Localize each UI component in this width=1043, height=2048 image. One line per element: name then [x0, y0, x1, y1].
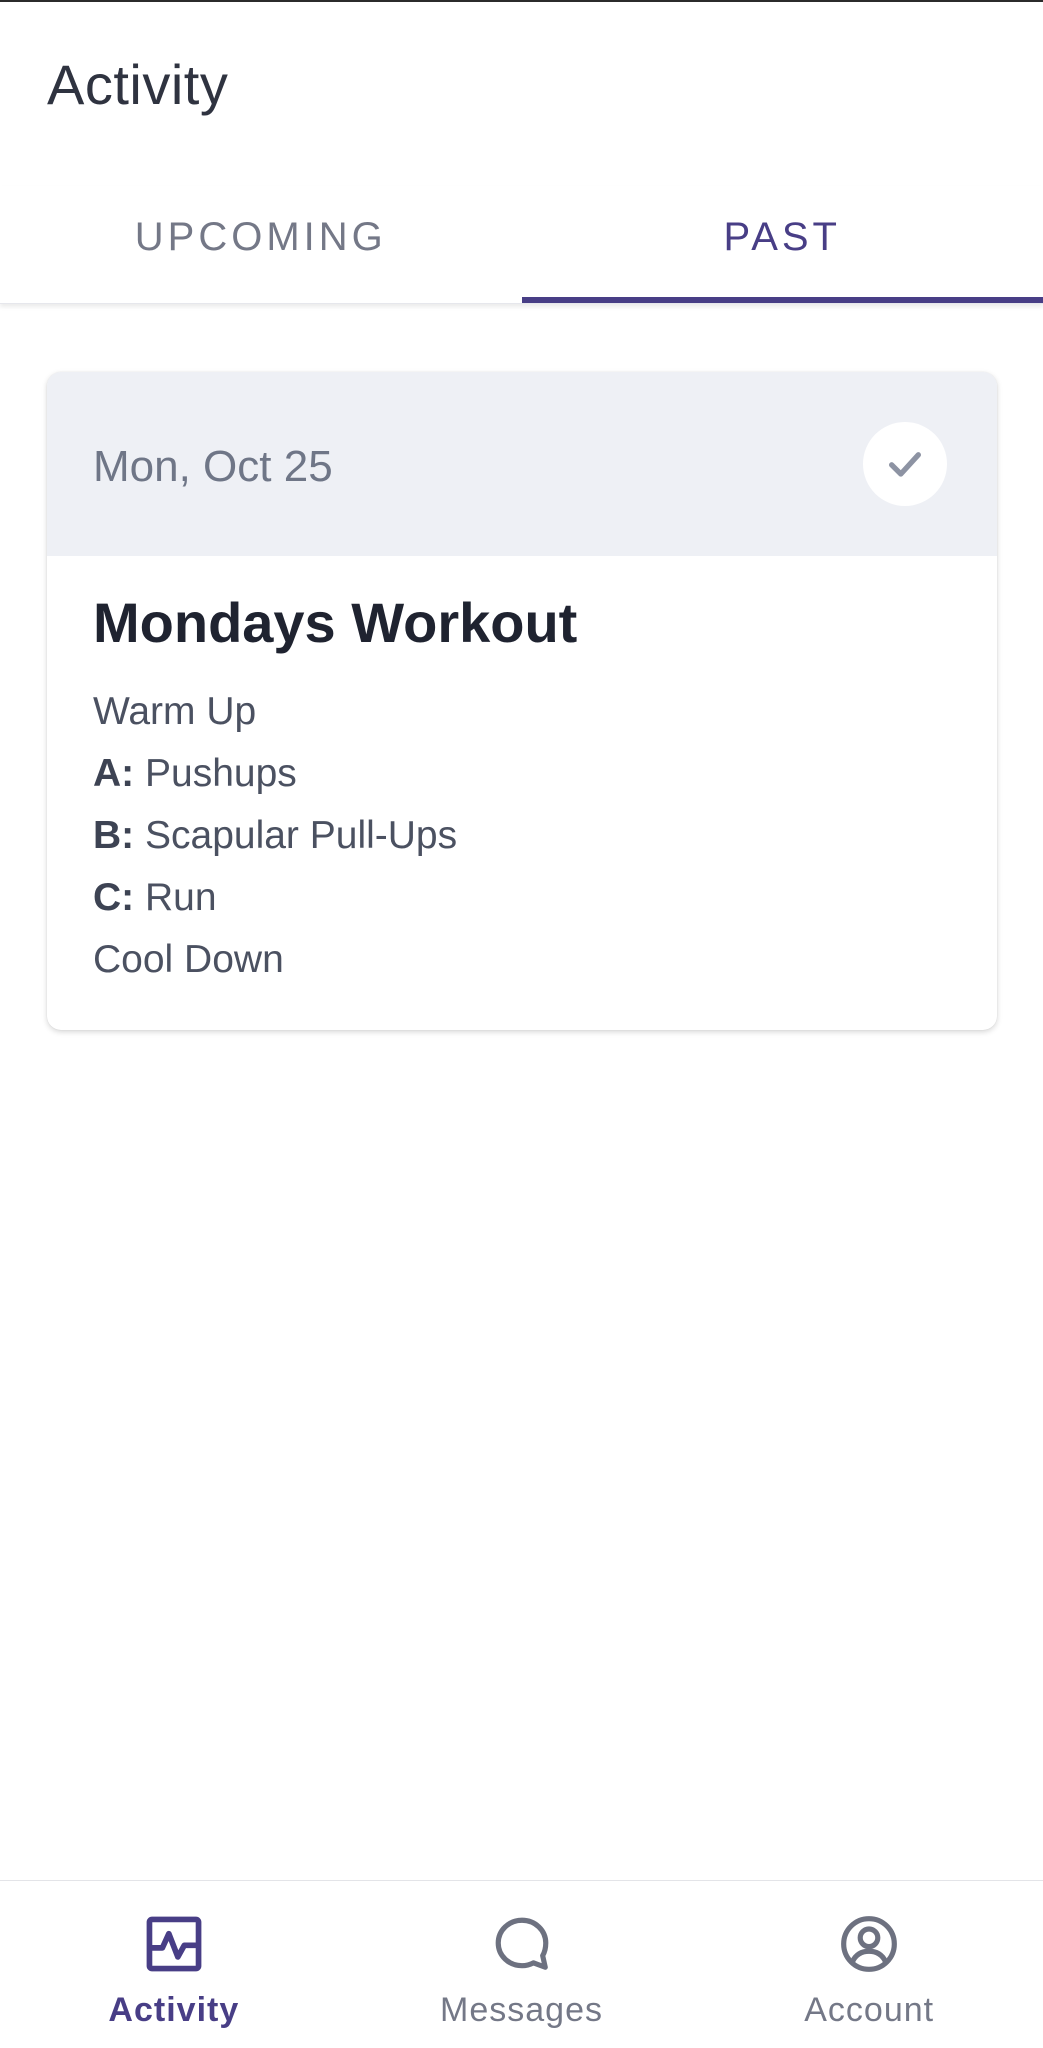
- active-tab-indicator: [521, 297, 1043, 303]
- exercise-letter: A:: [93, 752, 135, 795]
- completed-badge: [863, 422, 947, 506]
- activity-chart-icon: [141, 1911, 207, 1977]
- nav-label-account: Account: [804, 1991, 935, 2029]
- card-body: Mondays Workout Warm Up A: Pushups B: Sc…: [47, 556, 997, 991]
- workout-card[interactable]: Mon, Oct 25 Mondays Workout Warm Up A: P…: [47, 372, 997, 1030]
- exercise-name: Pushups: [134, 752, 297, 795]
- exercise-name: Run: [134, 876, 217, 919]
- exercise-item: B: Scapular Pull-Ups: [93, 805, 951, 867]
- tab-past[interactable]: PAST: [521, 186, 1043, 303]
- card-header: Mon, Oct 25: [47, 372, 997, 556]
- page-title: Activity: [47, 53, 229, 116]
- workout-title: Mondays Workout: [93, 591, 578, 654]
- nav-item-activity[interactable]: Activity: [0, 1881, 348, 2048]
- app-screen: Activity UPCOMING PAST Mon, Oct 25 Monda…: [0, 0, 1043, 2048]
- exercise-name: Scapular Pull-Ups: [134, 814, 458, 857]
- exercise-item: A: Pushups: [93, 743, 951, 805]
- exercise-item: C: Run: [93, 867, 951, 929]
- exercise-name: Cool Down: [93, 938, 284, 981]
- tab-past-label: PAST: [723, 215, 841, 259]
- user-circle-icon: [836, 1911, 902, 1977]
- tab-bar: UPCOMING PAST: [0, 186, 1043, 304]
- exercise-letter: B:: [93, 814, 135, 857]
- exercise-letter: C:: [93, 876, 135, 919]
- exercise-item: Warm Up: [93, 681, 951, 743]
- checkmark-icon: [889, 452, 921, 477]
- chat-bubble-icon: [489, 1911, 555, 1977]
- workout-date: Mon, Oct 25: [93, 442, 333, 491]
- exercise-item: Cool Down: [93, 929, 951, 991]
- tab-upcoming-label: UPCOMING: [134, 215, 387, 259]
- nav-item-account[interactable]: Account: [695, 1881, 1043, 2048]
- bottom-navigation: Activity Messages Account: [0, 1880, 1043, 2048]
- exercise-name: Warm Up: [93, 690, 257, 733]
- nav-label-messages: Messages: [440, 1991, 603, 2029]
- nav-label-activity: Activity: [108, 1991, 240, 2029]
- tab-upcoming[interactable]: UPCOMING: [0, 186, 522, 303]
- nav-item-messages[interactable]: Messages: [348, 1881, 696, 2048]
- header: Activity: [0, 2, 1043, 162]
